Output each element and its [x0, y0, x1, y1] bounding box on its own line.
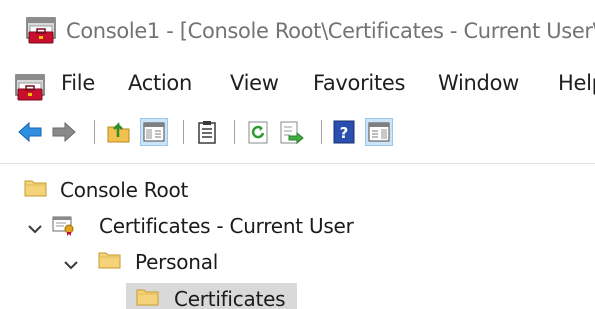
properties-icon: [198, 121, 216, 144]
back-arrow-icon: [18, 121, 42, 143]
refresh-icon: [248, 121, 268, 144]
window-title: Console1 - [Console Root\Certificates - …: [66, 19, 595, 43]
forward-arrow-icon: [52, 121, 76, 143]
folder-icon: [98, 250, 122, 274]
svg-text:?: ?: [340, 124, 349, 142]
folder-icon: [24, 178, 48, 202]
menu-window[interactable]: Window: [438, 71, 519, 95]
help-button[interactable]: ?: [330, 118, 358, 146]
chevron-down-icon[interactable]: [64, 255, 78, 274]
certificate-snapin-icon: [52, 214, 76, 240]
mmc-console-icon: [26, 17, 56, 49]
show-hide-action-pane-button[interactable]: [365, 118, 393, 146]
forward-button[interactable]: [50, 118, 78, 146]
chevron-down-icon[interactable]: [28, 219, 42, 238]
tree-node-certificates-current-user[interactable]: Certificates - Current User: [0, 208, 595, 240]
title-bar[interactable]: Console1 - [Console Root\Certificates - …: [0, 0, 595, 62]
tree-node-label: Certificates: [174, 287, 286, 309]
up-one-level-icon: [107, 121, 130, 143]
properties-button[interactable]: [193, 118, 221, 146]
show-hide-action-pane-icon: [368, 122, 390, 142]
menu-help[interactable]: Help: [558, 71, 595, 95]
toolbar-separator: [321, 120, 322, 144]
refresh-button[interactable]: [244, 118, 272, 146]
toolbar: ?: [0, 108, 595, 155]
tree-node-console-root[interactable]: Console Root: [0, 172, 595, 204]
menu-bar: File Action View Favorites Window Help: [0, 62, 595, 108]
folder-icon: [136, 287, 160, 309]
show-hide-console-tree-icon: [143, 122, 165, 142]
back-button[interactable]: [16, 118, 44, 146]
menu-favorites[interactable]: Favorites: [313, 71, 405, 95]
menu-action[interactable]: Action: [128, 71, 192, 95]
up-one-level-button[interactable]: [105, 118, 133, 146]
menu-file[interactable]: File: [61, 71, 95, 95]
show-hide-console-tree-button[interactable]: [140, 118, 168, 146]
toolbar-separator: [94, 120, 95, 144]
menu-view[interactable]: View: [230, 71, 279, 95]
tree-node-label: Personal: [135, 250, 219, 274]
console-tree: Console Root Certificates - Current User: [0, 164, 595, 309]
tree-node-label: Certificates - Current User: [99, 214, 354, 238]
help-icon: ?: [333, 120, 355, 144]
tree-node-personal[interactable]: Personal: [0, 244, 595, 276]
export-list-button[interactable]: [277, 118, 305, 146]
system-menu-icon[interactable]: [15, 74, 45, 106]
toolbar-separator: [234, 120, 235, 144]
mmc-window: Console1 - [Console Root\Certificates - …: [0, 0, 595, 309]
toolbar-separator: [183, 120, 184, 144]
tree-node-certificates[interactable]: Certificates: [0, 281, 595, 309]
tree-node-label: Console Root: [60, 178, 189, 202]
export-list-icon: [280, 121, 304, 145]
